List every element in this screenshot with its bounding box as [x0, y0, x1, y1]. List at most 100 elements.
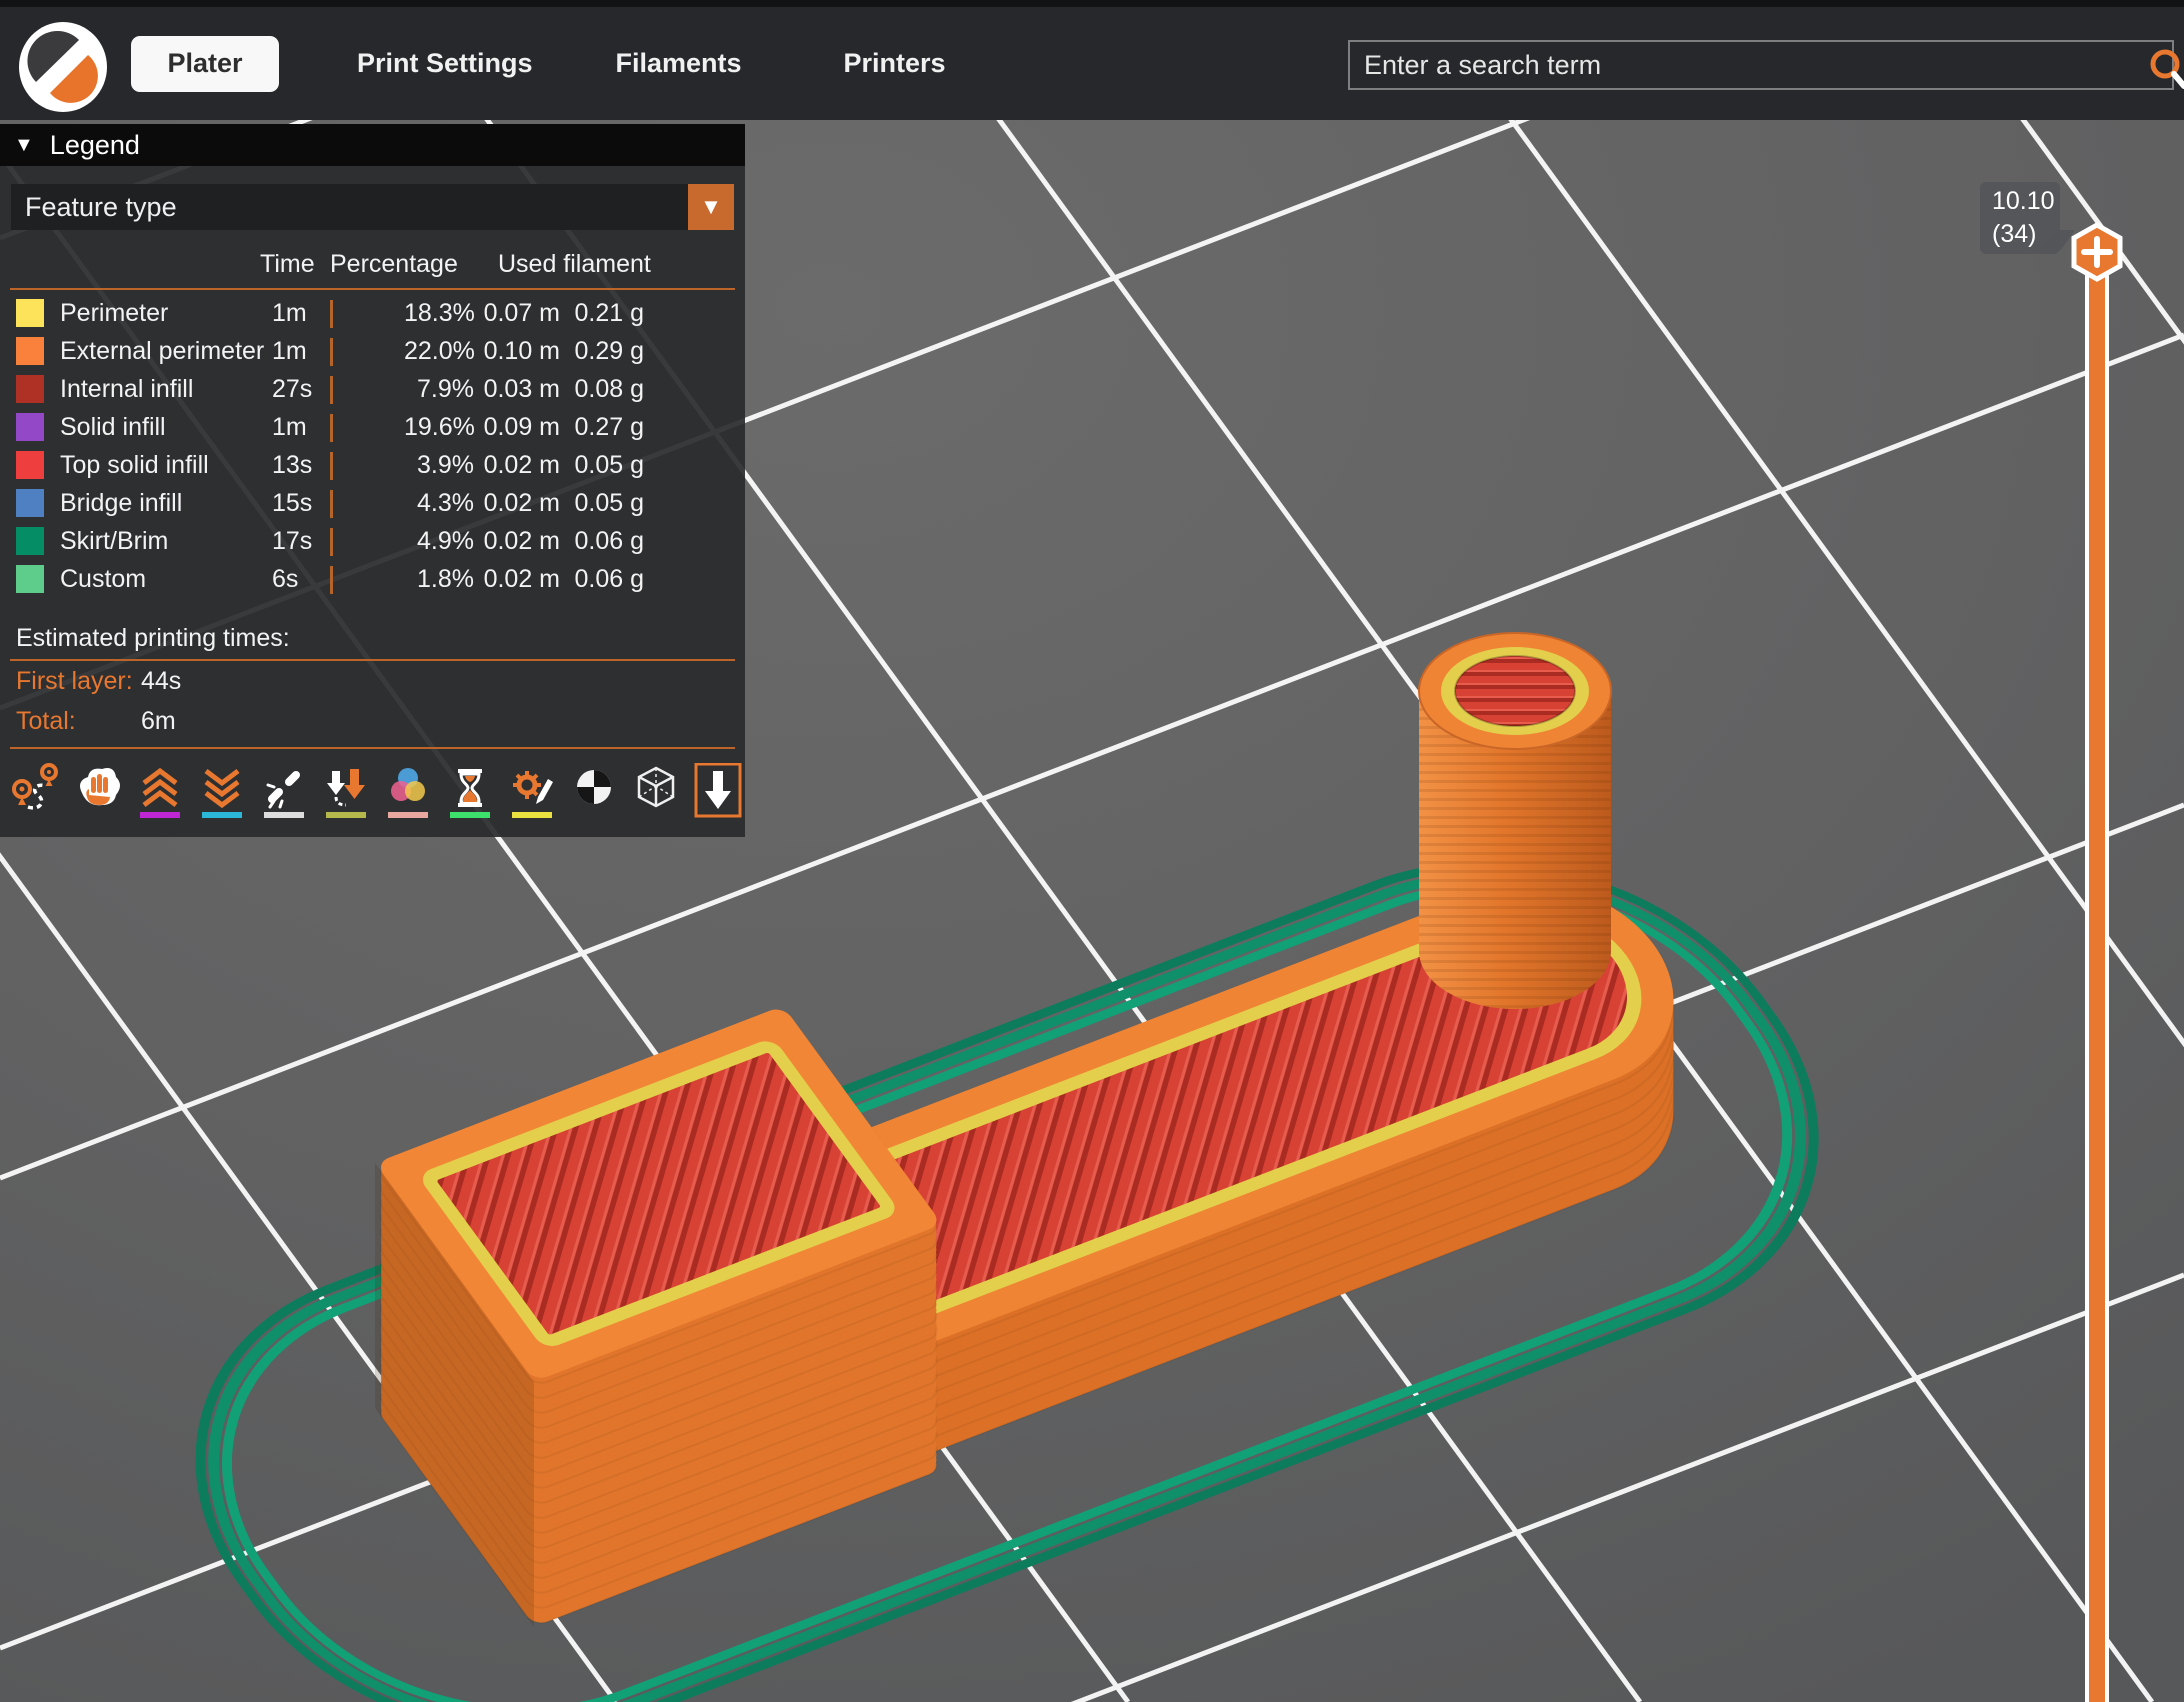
feature-used-meters: 0.09 m	[474, 413, 560, 442]
main-tabs: Plater Print Settings Filaments Printers	[131, 7, 1003, 120]
seams-icon[interactable]	[260, 763, 308, 821]
app-logo-icon[interactable]	[18, 21, 108, 113]
feature-row-custom[interactable]: Custom6s1.8%0.02 m0.06 g	[0, 560, 745, 598]
total-label: Total:	[16, 707, 141, 736]
feature-label: External perimeter	[46, 337, 260, 366]
tab-printers[interactable]: Printers	[787, 36, 1003, 92]
feature-time: 13s	[260, 451, 330, 480]
top-bar: Plater Print Settings Filaments Printers	[0, 0, 2184, 120]
feature-used-grams: 0.05 g	[560, 451, 644, 480]
feature-percentage: 3.9%	[404, 451, 474, 480]
tool-changes-icon[interactable]	[322, 763, 370, 821]
travel-paths-icon[interactable]	[12, 763, 60, 821]
tab-print-settings[interactable]: Print Settings	[319, 36, 571, 92]
feature-used-grams: 0.29 g	[560, 337, 644, 366]
color-changes-icon[interactable]	[384, 763, 432, 821]
legend-title: Legend	[50, 130, 140, 161]
legend-panel: ▼ Legend Feature type ▼ Time Percentage …	[0, 124, 745, 837]
layer-height-value: 10.10	[1992, 185, 2060, 218]
feature-used-grams: 0.06 g	[560, 565, 644, 594]
percentage-bar	[330, 528, 404, 554]
feature-used-grams: 0.08 g	[560, 375, 644, 404]
feature-row-top-solid-infill[interactable]: Top solid infill13s 3.9%0.02 m0.05 g	[0, 446, 745, 484]
tool-marker-icon[interactable]	[694, 763, 742, 821]
tab-filaments[interactable]: Filaments	[571, 36, 787, 92]
deretractions-icon[interactable]	[198, 763, 246, 821]
feature-used-meters: 0.02 m	[474, 451, 560, 480]
feature-percentage: 18.3%	[404, 299, 474, 328]
layer-slider-track[interactable]	[2085, 252, 2109, 1702]
feature-color-swatch	[16, 413, 44, 441]
total-row: Total: 6m	[0, 701, 745, 741]
total-value: 6m	[141, 707, 176, 736]
search-box	[1348, 40, 2174, 90]
first-layer-row: First layer: 44s	[0, 661, 745, 701]
model-cylinder[interactable]	[1419, 633, 1611, 1009]
feature-color-swatch	[16, 527, 44, 555]
feature-percentage: 4.3%	[404, 489, 474, 518]
legend-column-headers: Time Percentage Used filament	[0, 246, 745, 282]
feature-time: 1m	[260, 299, 330, 328]
feature-row-external-perimeter[interactable]: External perimeter1m22.0%0.10 m0.29 g	[0, 332, 745, 370]
feature-used-grams: 0.21 g	[560, 299, 644, 328]
wipe-icon[interactable]	[74, 763, 122, 821]
feature-color-swatch	[16, 565, 44, 593]
feature-percentage: 7.9%	[404, 375, 474, 404]
view-options-toolbar	[0, 749, 745, 837]
feature-label: Bridge infill	[46, 489, 260, 518]
feature-time: 6s	[260, 565, 330, 594]
percentage-bar	[330, 338, 404, 364]
feature-used-grams: 0.27 g	[560, 413, 644, 442]
search-input[interactable]	[1348, 40, 2174, 90]
feature-label: Solid infill	[46, 413, 260, 442]
feature-row-internal-infill[interactable]: Internal infill27s 7.9%0.03 m0.08 g	[0, 370, 745, 408]
custom-gcode-icon[interactable]	[508, 763, 556, 821]
shells-icon[interactable]	[632, 763, 680, 821]
percentage-bar	[330, 490, 404, 516]
percentage-bar	[330, 566, 404, 592]
layer-slider-tooltip: 10.10 (34)	[1980, 182, 2060, 254]
application-window: Plater Print Settings Filaments Printers…	[0, 0, 2184, 1702]
feature-label: Top solid infill	[46, 451, 260, 480]
feature-color-swatch	[16, 489, 44, 517]
feature-used-grams: 0.05 g	[560, 489, 644, 518]
feature-percentage: 19.6%	[404, 413, 474, 442]
feature-time: 1m	[260, 413, 330, 442]
feature-color-swatch	[16, 299, 44, 327]
feature-percentage: 22.0%	[404, 337, 474, 366]
dropdown-arrow-icon[interactable]: ▼	[688, 184, 734, 230]
feature-label: Skirt/Brim	[46, 527, 260, 556]
feature-row-perimeter[interactable]: Perimeter1m18.3%0.07 m0.21 g	[0, 294, 745, 332]
feature-rows: Perimeter1m18.3%0.07 m0.21 gExternal per…	[0, 290, 745, 598]
feature-used-meters: 0.03 m	[474, 375, 560, 404]
tab-plater[interactable]: Plater	[131, 36, 279, 92]
feature-row-solid-infill[interactable]: Solid infill1m 19.6%0.09 m0.27 g	[0, 408, 745, 446]
col-used-filament: Used filament	[474, 250, 644, 279]
feature-used-meters: 0.02 m	[474, 489, 560, 518]
feature-time: 15s	[260, 489, 330, 518]
percentage-bar	[330, 376, 404, 402]
pause-prints-icon[interactable]	[446, 763, 494, 821]
first-layer-value: 44s	[141, 667, 181, 696]
view-type-dropdown[interactable]: Feature type ▼	[11, 184, 734, 230]
percentage-bar	[330, 300, 404, 326]
view-type-value: Feature type	[11, 192, 177, 223]
search-icon[interactable]	[2146, 46, 2184, 90]
feature-color-swatch	[16, 337, 44, 365]
col-percentage: Percentage	[330, 250, 474, 279]
retractions-icon[interactable]	[136, 763, 184, 821]
feature-row-skirt-brim[interactable]: Skirt/Brim17s4.9%0.02 m0.06 g	[0, 522, 745, 560]
feature-time: 27s	[260, 375, 330, 404]
feature-color-swatch	[16, 451, 44, 479]
first-layer-label: First layer:	[16, 667, 141, 696]
legend-header[interactable]: ▼ Legend	[0, 124, 745, 166]
feature-row-bridge-infill[interactable]: Bridge infill15s 4.3%0.02 m0.05 g	[0, 484, 745, 522]
feature-used-meters: 0.10 m	[474, 337, 560, 366]
layer-slider-handle[interactable]	[2070, 222, 2124, 282]
feature-label: Internal infill	[46, 375, 260, 404]
center-of-mass-icon[interactable]	[570, 763, 618, 821]
feature-percentage: 1.8%	[404, 565, 474, 594]
feature-time: 17s	[260, 527, 330, 556]
feature-label: Perimeter	[46, 299, 260, 328]
feature-label: Custom	[46, 565, 260, 594]
